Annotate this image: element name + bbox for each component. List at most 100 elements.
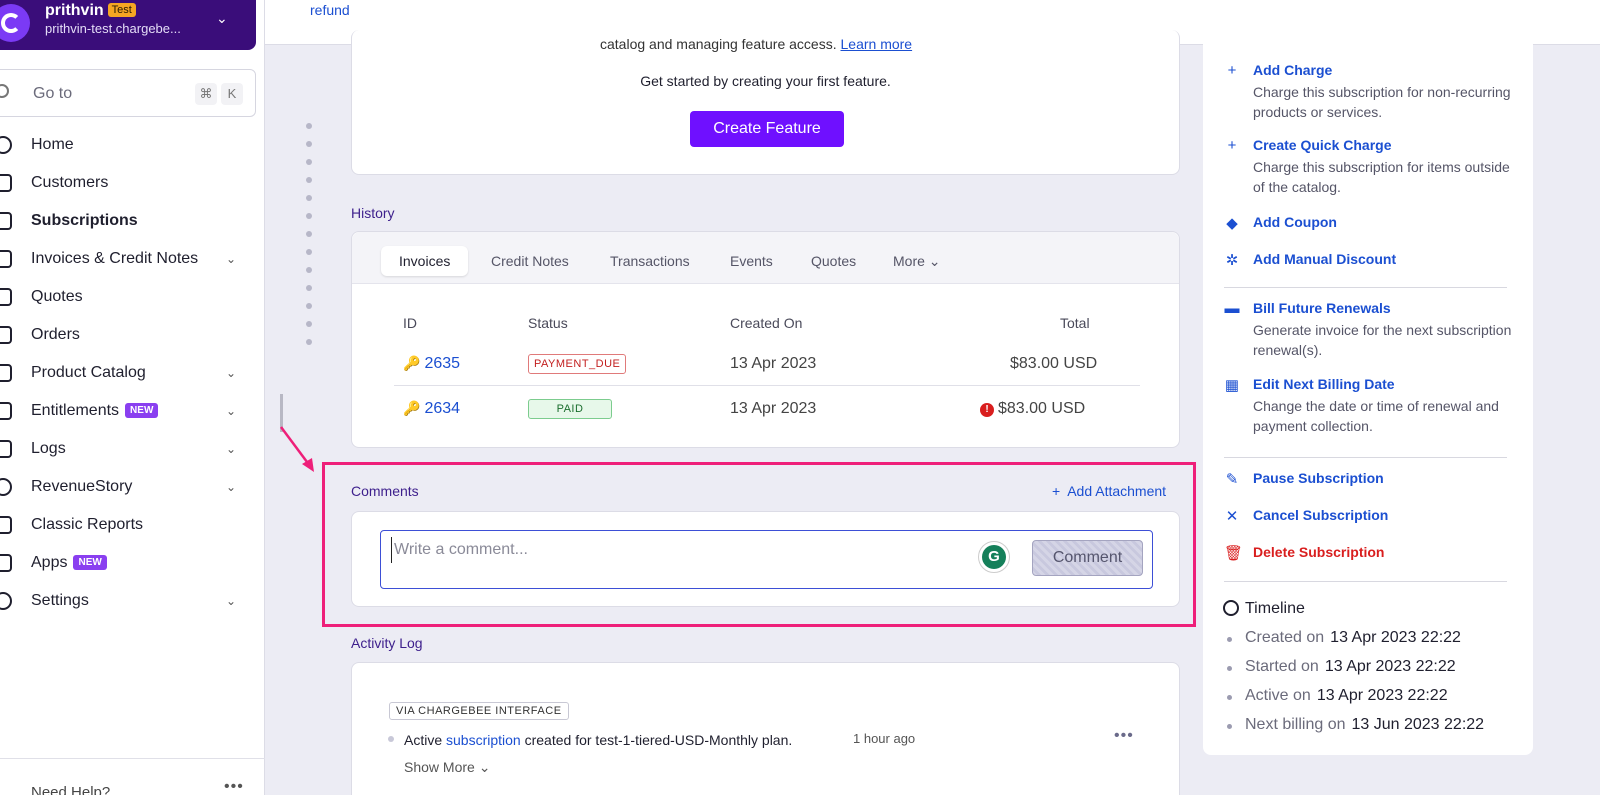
discount-icon: ✲	[1225, 252, 1239, 269]
plus-icon: +	[1227, 137, 1237, 154]
nav-home[interactable]: Home	[0, 130, 250, 160]
action-title: Delete Subscription	[1253, 544, 1385, 560]
nav-label: Classic Reports	[31, 516, 144, 533]
invoice-icon	[0, 250, 12, 268]
apps-grid-icon	[0, 554, 12, 572]
action-title: Add Manual Discount	[1253, 251, 1397, 267]
nav-label: Invoices & Credit Notes	[31, 250, 199, 267]
action-title: Add Coupon	[1253, 214, 1337, 230]
show-more-button[interactable]: Show More ⌄	[404, 759, 490, 776]
chevron-down-icon: ⌄	[226, 594, 237, 608]
table-row-id[interactable]: 🔑 2634	[403, 400, 460, 418]
org-site: prithvin-test.chargebe...	[45, 21, 181, 36]
customers-icon	[0, 174, 12, 192]
tab-transactions[interactable]: Transactions	[592, 246, 708, 276]
test-badge: Test	[107, 3, 136, 17]
plus-icon: +	[1227, 62, 1237, 79]
nav-logs[interactable]: Logs ⌄	[0, 434, 250, 464]
cmd-key: ⌘	[195, 83, 217, 105]
tab-events[interactable]: Events	[712, 246, 791, 276]
tab-credit-notes[interactable]: Credit Notes	[473, 246, 587, 276]
calendar-icon: ▦	[1224, 377, 1240, 394]
history-tabs: Invoices Credit Notes Transactions Event…	[352, 232, 1179, 284]
org-switcher[interactable]: prithvin Test prithvin-test.chargebe... ⌄	[0, 0, 256, 50]
table-row-id[interactable]: 🔑 2635	[403, 355, 460, 373]
timeline-bullet	[1227, 637, 1232, 642]
timeline-bullet	[1227, 695, 1232, 700]
grammarly-icon[interactable]: G	[978, 541, 1010, 573]
subscription-link[interactable]: subscription	[446, 732, 521, 748]
more-options-icon[interactable]: •••	[1114, 727, 1134, 745]
nav-label: Customers	[31, 174, 109, 191]
gear-icon	[0, 592, 12, 610]
source-badge: VIA CHARGEBEE INTERFACE	[389, 702, 569, 720]
nav-revenuestory[interactable]: RevenueStory ⌄	[0, 472, 250, 502]
org-name: prithvin Test	[45, 2, 136, 20]
total-amount: ! $83.00 USD	[980, 400, 1085, 418]
action-title: Edit Next Billing Date	[1253, 376, 1395, 392]
nav-classic-reports[interactable]: Classic Reports	[0, 510, 250, 540]
nav-label: Apps NEW	[31, 554, 107, 572]
goto-placeholder: Go to	[33, 85, 73, 102]
timeline-title: Timeline	[1245, 600, 1305, 617]
need-help-link[interactable]: Need Help?	[31, 784, 110, 795]
quotes-icon	[0, 288, 12, 306]
search-icon	[0, 84, 9, 98]
col-created-on: Created On	[730, 315, 803, 331]
nav-apps[interactable]: Apps NEW	[0, 548, 250, 578]
more-options-icon[interactable]: •••	[224, 778, 244, 795]
home-icon	[0, 136, 12, 154]
chevron-down-icon: ⌄	[226, 442, 237, 456]
chevron-down-icon: ⌄	[478, 759, 491, 775]
history-card: Invoices Credit Notes Transactions Event…	[351, 231, 1180, 448]
history-title: History	[351, 205, 395, 221]
sidebar-divider	[0, 758, 265, 759]
goto-search[interactable]: Go to ⌘ K	[0, 69, 256, 117]
chevron-down-icon: ⌄	[226, 366, 237, 380]
status-badge: PAID	[528, 399, 612, 419]
tab-more[interactable]: More ⌄	[875, 246, 959, 276]
nav-entitlements[interactable]: Entitlements NEW ⌄	[0, 396, 250, 426]
chevron-down-icon[interactable]: ⌄	[216, 10, 228, 27]
nav-customers[interactable]: Customers	[0, 168, 250, 198]
revenuestory-icon	[0, 478, 12, 496]
timeline-next-billing: Next billing on 13 Jun 2023 22:22	[1245, 716, 1485, 733]
nav-product-catalog[interactable]: Product Catalog ⌄	[0, 358, 250, 388]
col-total: Total	[1060, 315, 1090, 331]
create-feature-button[interactable]: Create Feature	[690, 111, 844, 147]
activity-text: Active subscription created for test-1-t…	[404, 732, 793, 748]
plus-icon: +	[1052, 483, 1061, 499]
tab-quotes[interactable]: Quotes	[793, 246, 874, 276]
comment-input[interactable]	[391, 537, 951, 563]
action-desc: Charge this subscription for items outsi…	[1253, 159, 1510, 195]
col-status: Status	[528, 315, 568, 331]
action-title: Pause Subscription	[1253, 470, 1384, 486]
subscriptions-icon	[0, 212, 12, 230]
nav-orders[interactable]: Orders	[0, 320, 250, 350]
status-badge: PAYMENT_DUE	[528, 354, 627, 374]
nav-label: Orders	[31, 326, 80, 343]
chevron-down-icon: ⌄	[226, 480, 237, 494]
alert-icon[interactable]: !	[980, 403, 994, 417]
nav-quotes[interactable]: Quotes	[0, 282, 250, 312]
activity-log-title: Activity Log	[351, 635, 423, 651]
learn-more-link[interactable]: Learn more	[841, 36, 913, 52]
nav-settings[interactable]: Settings ⌄	[0, 586, 250, 616]
add-attachment-button[interactable]: + Add Attachment	[1052, 483, 1166, 499]
timeline-icon	[1223, 600, 1239, 616]
nav-subscriptions[interactable]: Subscriptions	[0, 206, 250, 236]
comment-button[interactable]: Comment	[1032, 540, 1143, 576]
tab-invoices[interactable]: Invoices	[381, 246, 469, 276]
action-title: Create Quick Charge	[1253, 137, 1392, 153]
trash-icon: 🗑	[1224, 545, 1244, 562]
actions-panel: + Add Charge Charge this subscription fo…	[1203, 30, 1533, 755]
refund-link[interactable]: refund	[310, 2, 350, 18]
comments-title: Comments	[351, 483, 419, 499]
nav-label: Subscriptions	[31, 212, 138, 229]
nav-invoices[interactable]: Invoices & Credit Notes ⌄	[0, 244, 250, 274]
crown-icon	[0, 402, 12, 420]
row-divider	[394, 385, 1140, 386]
action-desc: Change the date or time of renewal and p…	[1253, 398, 1499, 434]
nav-label: Product Catalog	[31, 364, 146, 381]
feature-empty-state: catalog and managing feature access. Lea…	[351, 30, 1180, 175]
